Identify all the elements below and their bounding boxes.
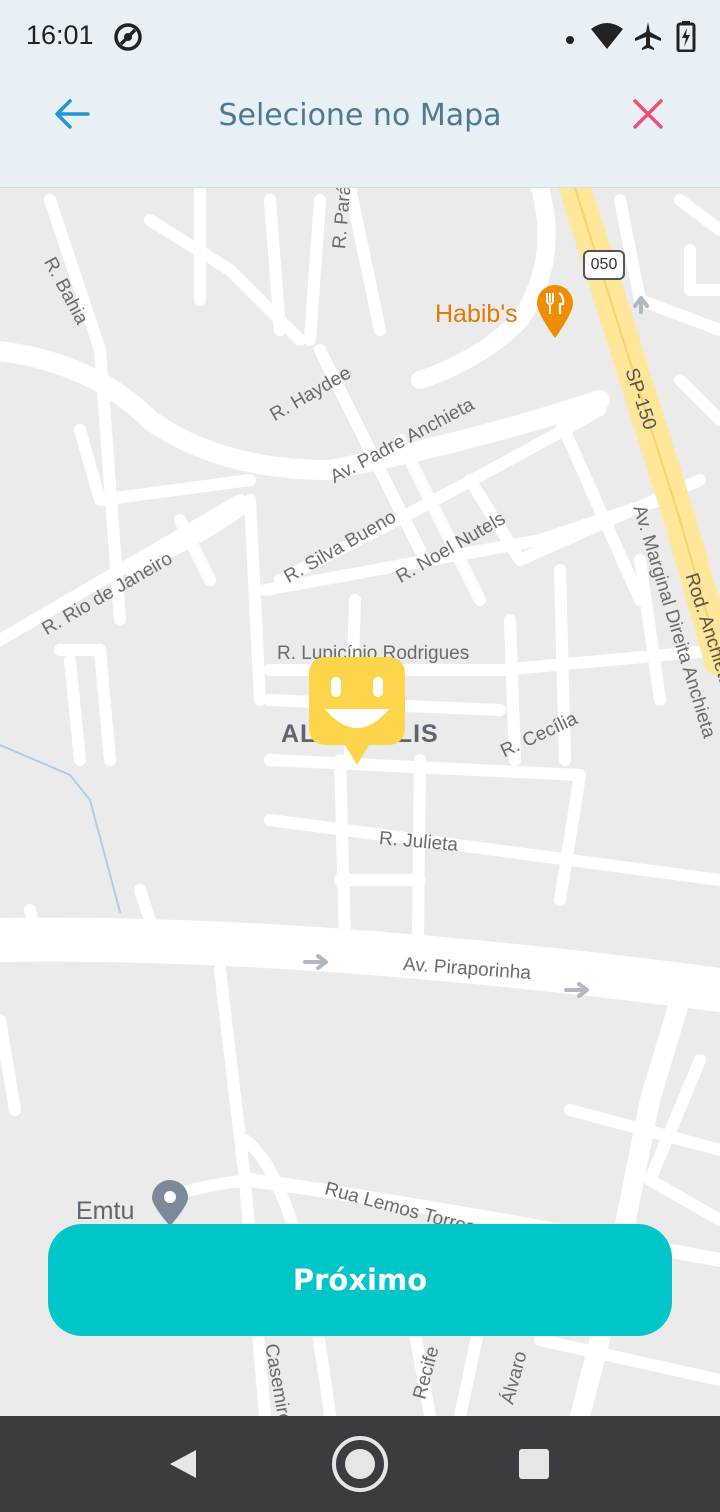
- wifi-icon: [590, 22, 624, 55]
- status-time: 16:01: [26, 20, 94, 50]
- nav-recents-icon[interactable]: [518, 1448, 550, 1485]
- no-disturb-icon: [113, 22, 143, 57]
- battery-charging-icon: [676, 20, 696, 57]
- smiley-marker-icon[interactable]: [309, 657, 405, 765]
- app-header: Selecione no Mapa: [0, 72, 720, 188]
- poi-label[interactable]: Emtu: [76, 1197, 134, 1226]
- system-nav-bar: [0, 1416, 720, 1512]
- route-shield: 050: [583, 250, 625, 280]
- dot-icon: [565, 32, 575, 50]
- close-button[interactable]: [626, 92, 670, 136]
- status-bar: 16:01: [0, 0, 720, 72]
- next-button[interactable]: Próximo: [48, 1224, 672, 1336]
- close-icon: [626, 99, 670, 140]
- page-title: Selecione no Mapa: [218, 98, 502, 133]
- airplane-icon: [634, 20, 662, 57]
- nav-home-icon[interactable]: [331, 1435, 389, 1498]
- nav-back-icon[interactable]: [164, 1446, 200, 1487]
- poi-label[interactable]: Habib's: [435, 300, 518, 329]
